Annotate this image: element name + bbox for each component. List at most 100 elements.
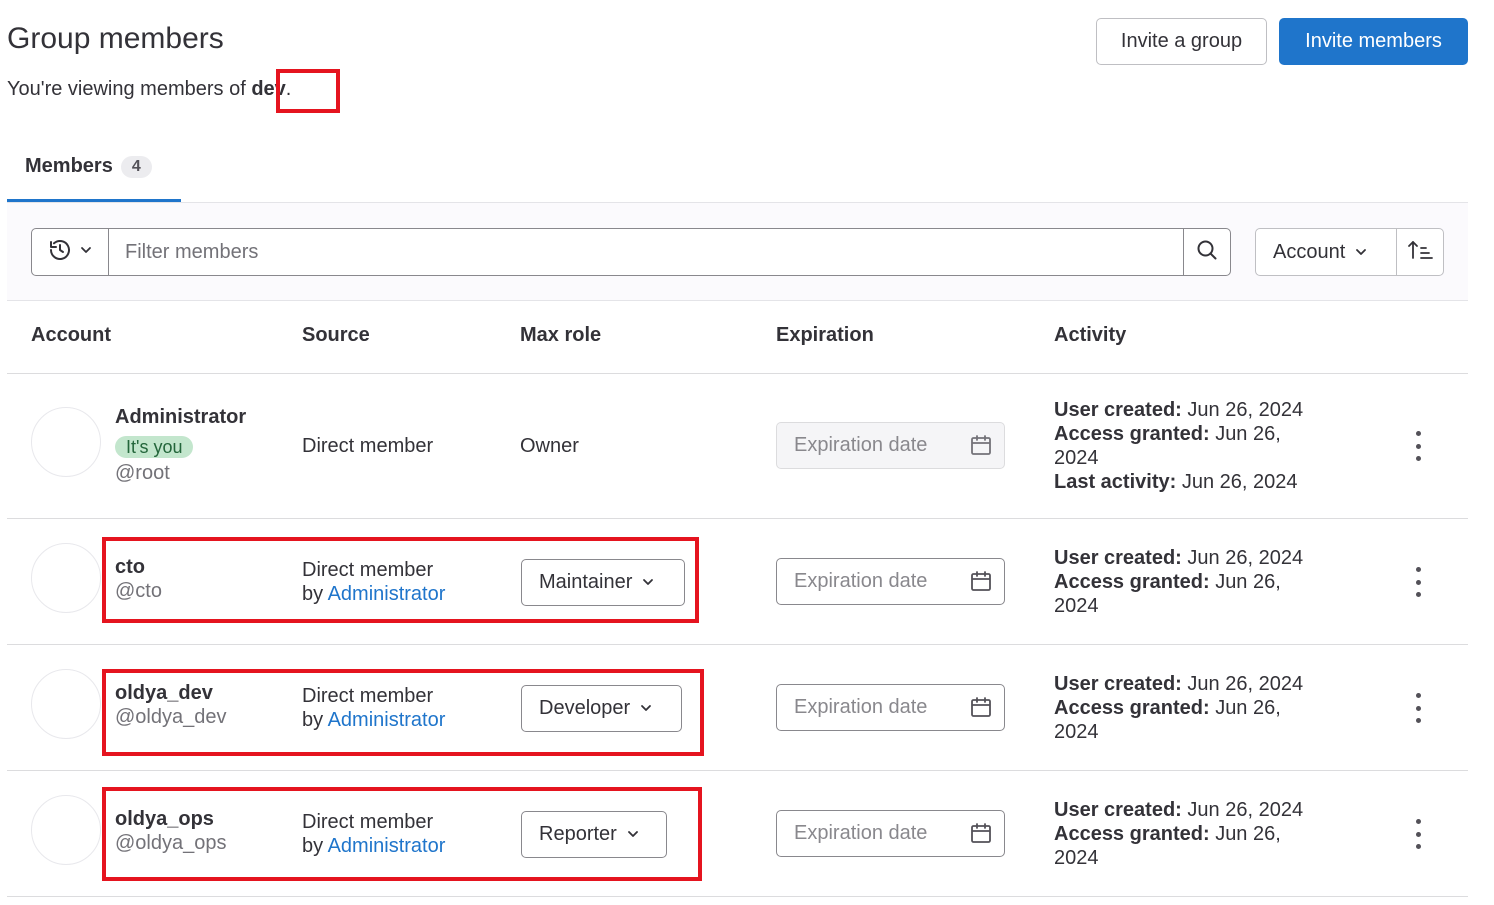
calendar-icon: [970, 434, 992, 462]
expiration-date-field[interactable]: Expiration date: [776, 684, 1005, 731]
role-dropdown[interactable]: Maintainer: [521, 559, 685, 606]
access-granted-date: Jun 26,: [1215, 823, 1281, 845]
user-created-date: Jun 26, 2024: [1187, 673, 1304, 695]
member-activity: User created: Jun 26, 2024 Access grante…: [1054, 398, 1344, 494]
member-activity: User created: Jun 26, 2024 Access grante…: [1054, 546, 1344, 618]
more-actions-icon[interactable]: [1408, 431, 1428, 461]
more-actions-icon[interactable]: [1408, 693, 1428, 723]
access-granted-date: Jun 26,: [1215, 697, 1281, 719]
subtitle-suffix: .: [285, 78, 292, 100]
member-username: @oldya_ops: [115, 832, 227, 854]
column-header-activity: Activity: [1054, 324, 1127, 346]
member-source: Direct member by Administrator: [302, 558, 445, 606]
sort-by-label: Account: [1273, 240, 1346, 263]
role-dropdown[interactable]: Developer: [521, 685, 682, 732]
access-granted-label: Access granted:: [1054, 571, 1210, 593]
access-granted-year: 2024: [1054, 595, 1099, 617]
expiration-placeholder: Expiration date: [794, 822, 928, 844]
user-created-date: Jun 26, 2024: [1187, 547, 1304, 569]
last-activity-label: Last activity:: [1054, 471, 1177, 493]
tab-members-label: Members: [25, 155, 113, 177]
user-created-label: User created:: [1054, 547, 1182, 569]
member-role: Owner: [520, 435, 579, 457]
search-button[interactable]: [1183, 228, 1231, 276]
avatar[interactable]: [31, 795, 101, 865]
invite-members-button[interactable]: Invite members: [1279, 18, 1468, 65]
sort-by-dropdown[interactable]: Account: [1255, 228, 1397, 276]
access-granted-label: Access granted:: [1054, 697, 1210, 719]
invite-group-button[interactable]: Invite a group: [1096, 18, 1267, 65]
sort-ascending-icon: [1407, 239, 1433, 266]
last-activity-date: Jun 26, 2024: [1181, 471, 1298, 493]
recent-searches-dropdown[interactable]: [31, 228, 109, 276]
page-title: Group members: [7, 22, 224, 55]
access-granted-date: Jun 26,: [1215, 571, 1281, 593]
member-username: @root: [115, 462, 170, 484]
member-name[interactable]: oldya_dev: [115, 682, 213, 705]
table-row: oldya_ops @oldya_ops Direct member by Ad…: [0, 771, 1494, 896]
member-username: @oldya_dev: [115, 706, 227, 728]
member-source: Direct member by Administrator: [302, 684, 445, 732]
chevron-down-icon: [1355, 241, 1367, 264]
chevron-down-icon: [640, 697, 652, 720]
expiration-placeholder: Expiration date: [794, 570, 928, 592]
role-label: Maintainer: [539, 571, 633, 593]
source-link[interactable]: Administrator: [328, 835, 446, 857]
user-created-date: Jun 26, 2024: [1187, 799, 1304, 821]
role-label: Reporter: [539, 823, 617, 845]
table-row: cto @cto Direct member by Administrator …: [0, 519, 1494, 644]
source-link[interactable]: Administrator: [328, 583, 446, 605]
member-activity: User created: Jun 26, 2024 Access grante…: [1054, 798, 1344, 870]
user-created-label: User created:: [1054, 399, 1182, 421]
member-username: @cto: [115, 580, 162, 602]
source-by: by: [302, 709, 328, 731]
member-name[interactable]: oldya_ops: [115, 808, 214, 831]
calendar-icon: [970, 696, 992, 724]
status-badge: It's you: [115, 436, 194, 458]
expiration-date-field[interactable]: Expiration date: [776, 810, 1005, 857]
chevron-down-icon: [627, 823, 639, 846]
search-icon: [1196, 239, 1218, 266]
expiration-date-field[interactable]: Expiration date: [776, 558, 1005, 605]
access-granted-date: Jun 26,: [1215, 423, 1281, 445]
access-granted-year: 2024: [1054, 721, 1099, 743]
source-by: by: [302, 835, 328, 857]
tab-members[interactable]: Members 4: [25, 155, 152, 178]
user-created-date: Jun 26, 2024: [1187, 399, 1304, 421]
subtitle-prefix: You're viewing members of: [7, 78, 252, 100]
column-header-source: Source: [302, 324, 370, 346]
more-actions-icon[interactable]: [1408, 819, 1428, 849]
chevron-down-icon: [80, 243, 92, 261]
column-header-max-role: Max role: [520, 324, 602, 346]
expiration-placeholder: Expiration date: [794, 696, 928, 718]
avatar[interactable]: [31, 669, 101, 739]
sort-direction-button[interactable]: [1396, 228, 1444, 276]
member-source: Direct member: [302, 435, 434, 457]
avatar[interactable]: [31, 407, 101, 477]
access-granted-label: Access granted:: [1054, 423, 1210, 445]
tab-members-count: 4: [120, 155, 152, 178]
user-created-label: User created:: [1054, 799, 1182, 821]
more-actions-icon[interactable]: [1408, 567, 1428, 597]
column-header-expiration: Expiration: [776, 324, 874, 346]
column-header-account: Account: [31, 324, 111, 346]
chevron-down-icon: [642, 571, 654, 594]
member-activity: User created: Jun 26, 2024 Access grante…: [1054, 672, 1344, 744]
member-name[interactable]: cto: [115, 556, 145, 579]
access-granted-label: Access granted:: [1054, 823, 1210, 845]
source-by: by: [302, 583, 328, 605]
source-type: Direct member: [302, 811, 434, 833]
active-tab-indicator: [7, 199, 181, 202]
you-badge-wrap: It's you: [115, 436, 194, 458]
filter-members-input[interactable]: [108, 228, 1184, 276]
expiration-placeholder: Expiration date: [794, 434, 928, 456]
table-row: oldya_dev @oldya_dev Direct member by Ad…: [0, 645, 1494, 770]
page-subtitle: You're viewing members of dev.: [7, 78, 291, 101]
source-type: Direct member: [302, 559, 434, 581]
source-link[interactable]: Administrator: [328, 709, 446, 731]
role-dropdown[interactable]: Reporter: [521, 811, 667, 858]
avatar[interactable]: [31, 543, 101, 613]
row-divider: [7, 896, 1468, 897]
group-name[interactable]: dev: [251, 78, 285, 100]
member-name[interactable]: Administrator: [115, 406, 246, 429]
